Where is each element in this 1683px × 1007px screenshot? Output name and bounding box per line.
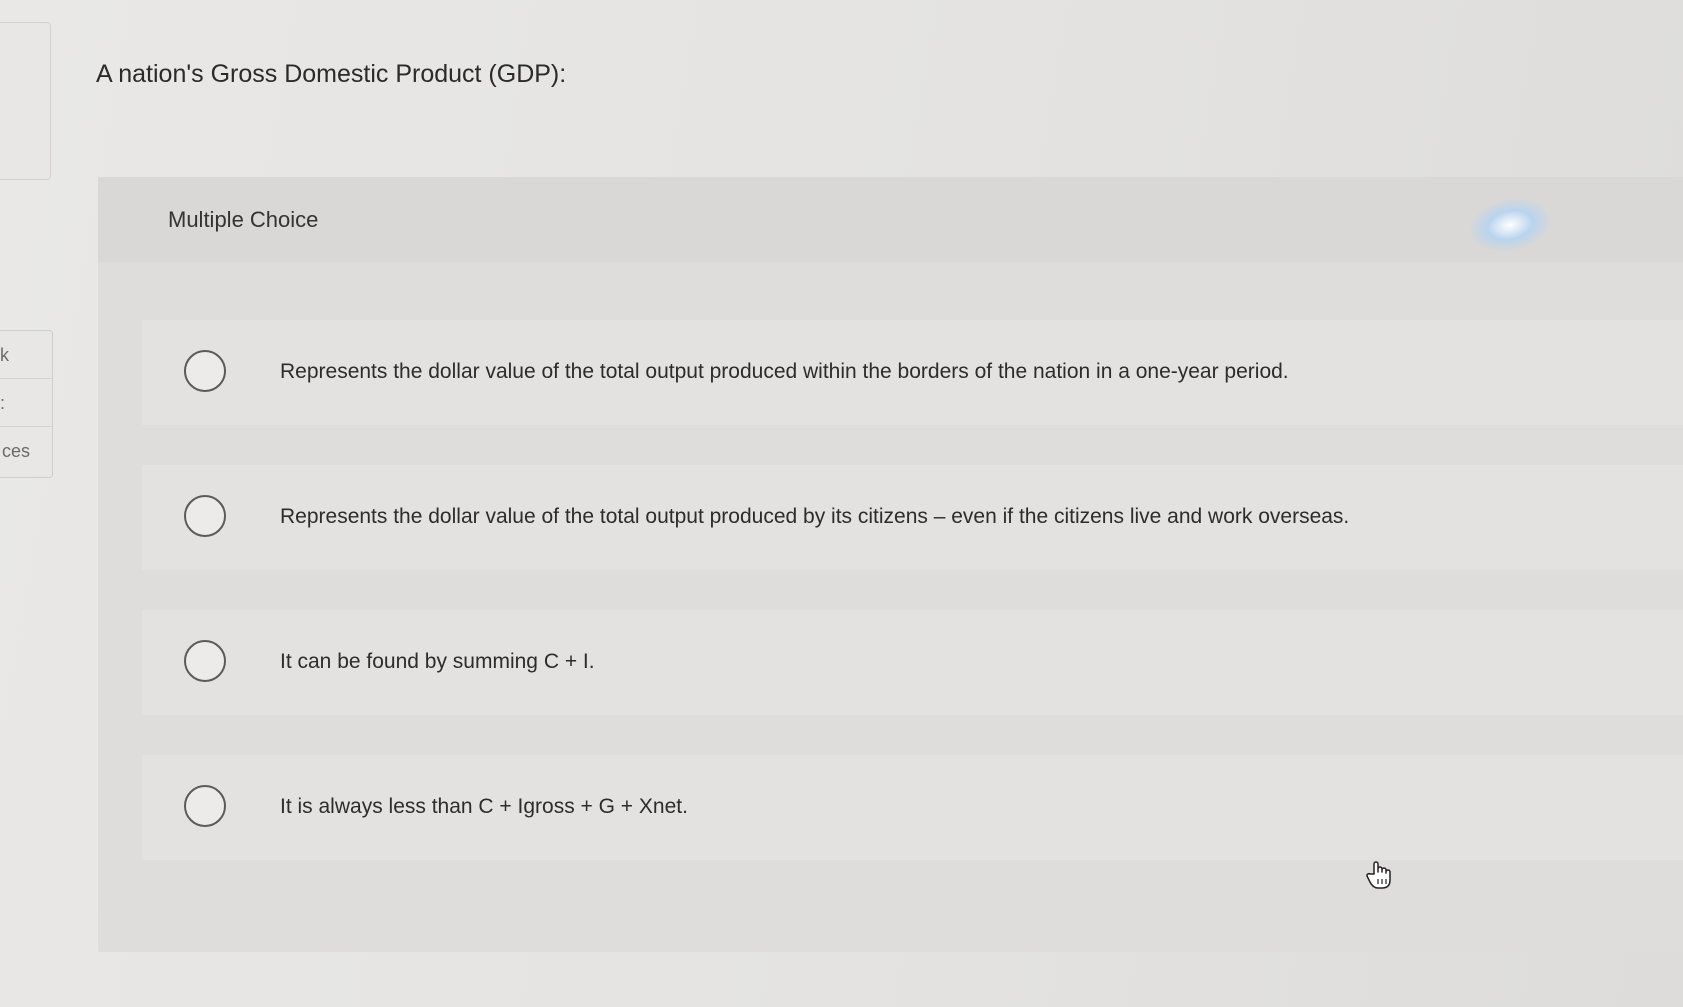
side-nav-item-1[interactable]: k bbox=[0, 331, 52, 379]
hand-pointer-icon bbox=[1366, 861, 1391, 889]
radio-button[interactable] bbox=[184, 640, 226, 682]
radio-button[interactable] bbox=[184, 495, 226, 537]
question-title: A nation's Gross Domestic Product (GDP): bbox=[96, 60, 567, 88]
answer-option-text: Represents the dollar value of the total… bbox=[280, 360, 1289, 383]
answer-option-text: It is always less than C + Igross + G + … bbox=[280, 795, 688, 818]
answer-option-2[interactable]: Represents the dollar value of the total… bbox=[142, 465, 1683, 570]
answer-option-4[interactable]: It is always less than C + Igross + G + … bbox=[142, 755, 1683, 860]
answer-option-3[interactable]: It can be found by summing C + I. bbox=[142, 610, 1683, 715]
radio-button[interactable] bbox=[184, 785, 226, 827]
choice-header: Multiple Choice bbox=[98, 177, 1683, 262]
multiple-choice-panel: Multiple Choice Represents the dollar va… bbox=[98, 177, 1683, 952]
answer-option-text: Represents the dollar value of the total… bbox=[280, 505, 1350, 528]
page: k : ces A nation's Gross Domestic Produc… bbox=[0, 0, 1683, 1007]
side-nav-item-2[interactable]: : bbox=[0, 379, 52, 427]
answer-option-1[interactable]: Represents the dollar value of the total… bbox=[142, 320, 1683, 425]
side-nav-item-3[interactable]: ces bbox=[0, 427, 52, 475]
multiple-choice-label: Multiple Choice bbox=[168, 207, 319, 232]
answer-option-text: It can be found by summing C + I. bbox=[280, 650, 595, 673]
radio-button[interactable] bbox=[184, 350, 226, 392]
left-rail bbox=[0, 22, 51, 180]
side-nav: k : ces bbox=[0, 330, 53, 478]
